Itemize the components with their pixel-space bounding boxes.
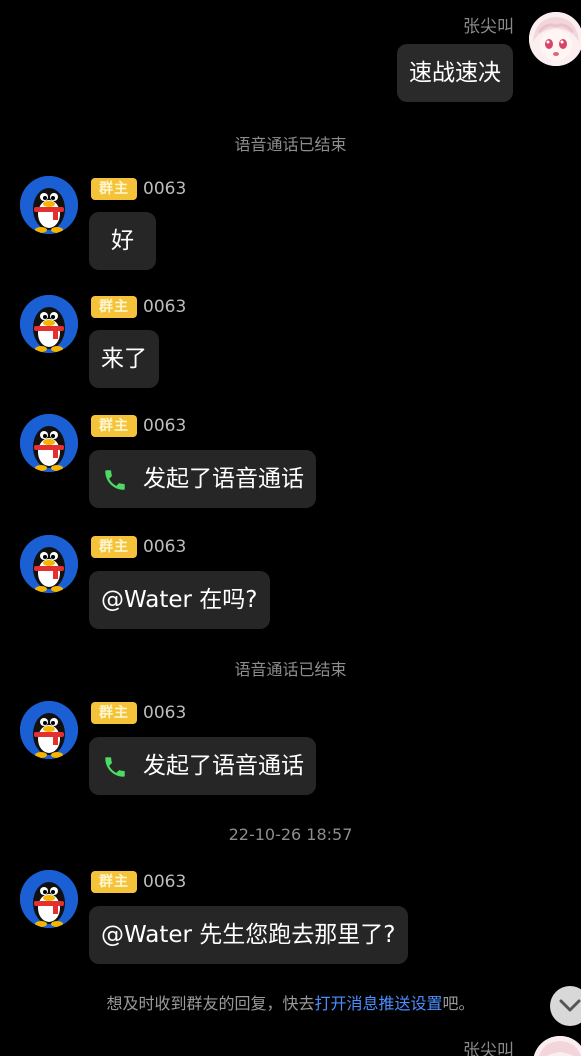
message-bubble[interactable]: 来了 <box>89 330 159 388</box>
penguin-avatar-icon <box>20 176 78 234</box>
member-nickname[interactable]: 0063 <box>143 296 186 318</box>
message-bubble[interactable]: @Water 在吗? <box>89 571 270 629</box>
chevron-down-icon <box>559 999 581 1012</box>
member-nickname[interactable]: 0063 <box>143 871 186 893</box>
group-owner-badge: 群主 <box>91 871 137 893</box>
voice-call-text: 发起了语音通话 <box>143 466 304 492</box>
user-avatar[interactable] <box>529 12 581 66</box>
member-nickname[interactable]: 0063 <box>143 178 186 200</box>
group-owner-badge: 群主 <box>91 296 137 318</box>
voice-call-text: 发起了语音通话 <box>143 753 304 779</box>
member-nickname[interactable]: 0063 <box>143 415 186 437</box>
group-owner-badge: 群主 <box>91 178 137 200</box>
group-owner-badge: 群主 <box>91 415 137 437</box>
tip-suffix: 吧。 <box>442 994 475 1013</box>
push-settings-tip: 想及时收到群友的回复，快去打开消息推送设置吧。 <box>0 990 581 1014</box>
penguin-avatar-icon <box>20 414 78 472</box>
penguin-avatar-icon <box>20 295 78 353</box>
group-owner-badge: 群主 <box>91 702 137 724</box>
member-avatar[interactable] <box>20 870 78 928</box>
bottom-sender-name: 张尖叫 <box>463 1041 514 1056</box>
my-message-bubble[interactable]: 速战速决 <box>397 44 513 102</box>
penguin-avatar-icon <box>20 535 78 593</box>
message-timestamp: 22-10-26 18:57 <box>228 825 353 844</box>
scroll-to-bottom-button[interactable] <box>550 986 581 1026</box>
tip-text: 想及时收到群友的回复，快去 <box>106 994 315 1013</box>
member-nickname[interactable]: 0063 <box>143 536 186 558</box>
message-bubble[interactable]: 好 <box>89 212 156 270</box>
phone-icon <box>105 469 125 490</box>
voice-call-bubble[interactable]: 发起了语音通话 <box>89 737 316 795</box>
phone-icon <box>105 756 125 777</box>
open-push-settings-link[interactable]: 打开消息推送设置 <box>314 994 442 1013</box>
member-avatar[interactable] <box>20 414 78 472</box>
penguin-avatar-icon <box>20 870 78 928</box>
top-sender-name: 张尖叫 <box>463 17 514 37</box>
member-avatar[interactable] <box>20 535 78 593</box>
girl-avatar-icon <box>529 12 581 66</box>
call-ended-notice: 语音通话已结束 <box>234 660 347 679</box>
member-avatar[interactable] <box>20 176 78 234</box>
girl-avatar-icon <box>533 1036 581 1056</box>
voice-call-bubble[interactable]: 发起了语音通话 <box>89 450 316 508</box>
call-ended-notice: 语音通话已结束 <box>234 135 347 154</box>
group-owner-badge: 群主 <box>91 536 137 558</box>
member-avatar[interactable] <box>20 295 78 353</box>
member-avatar[interactable] <box>20 701 78 759</box>
user-avatar-partial[interactable] <box>533 1036 581 1056</box>
message-bubble[interactable]: @Water 先生您跑去那里了? <box>89 906 408 964</box>
penguin-avatar-icon <box>20 701 78 759</box>
member-nickname[interactable]: 0063 <box>143 702 186 724</box>
